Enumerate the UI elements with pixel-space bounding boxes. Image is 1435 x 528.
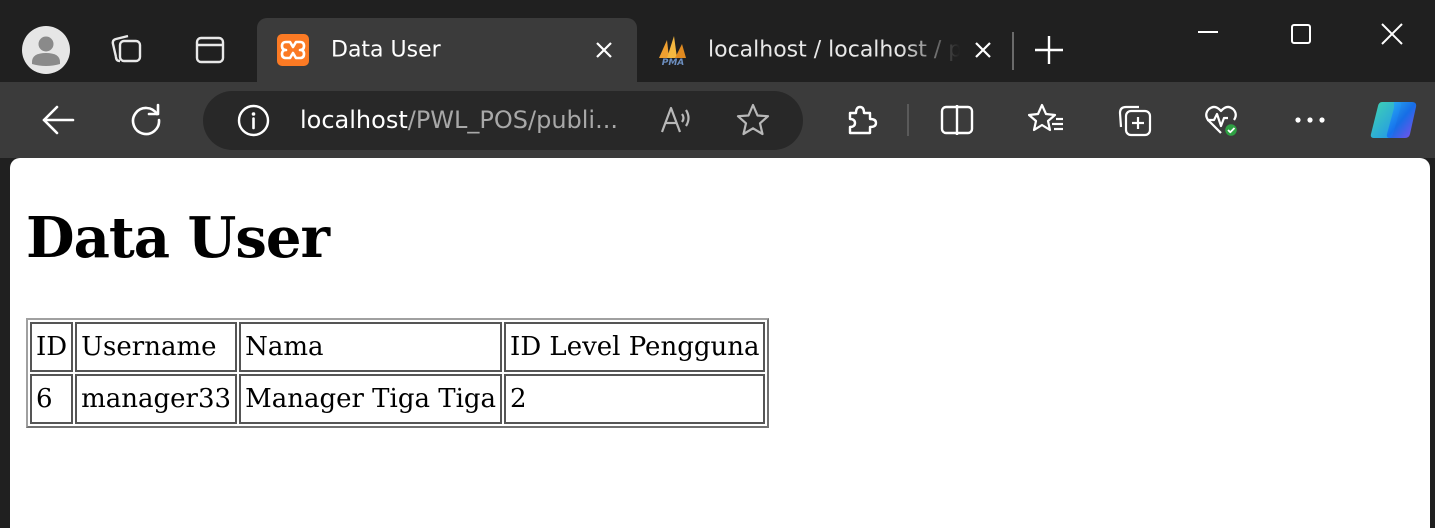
url-path: /PWL_POS/publi... bbox=[407, 106, 618, 134]
table-row: 6 manager33 Manager Tiga Tiga 2 bbox=[30, 374, 766, 424]
read-aloud-icon[interactable] bbox=[660, 104, 694, 136]
new-tab-icon[interactable] bbox=[1033, 34, 1065, 66]
favorites-icon[interactable] bbox=[1028, 102, 1064, 136]
xampp-icon bbox=[277, 34, 309, 66]
cell-level: 2 bbox=[504, 374, 766, 424]
column-header-nama: Nama bbox=[239, 322, 503, 372]
favorite-star-icon[interactable] bbox=[736, 103, 770, 137]
url-host: localhost bbox=[300, 106, 408, 134]
maximize-icon[interactable] bbox=[1290, 23, 1312, 45]
tab-title: Data User bbox=[331, 37, 441, 63]
page-title: Data User bbox=[26, 205, 330, 271]
column-header-level: ID Level Pengguna bbox=[504, 322, 766, 372]
svg-text:PMA: PMA bbox=[662, 58, 685, 66]
phpmyadmin-icon: PMA bbox=[659, 36, 686, 66]
collections-icon[interactable] bbox=[1117, 103, 1153, 137]
close-tab-icon[interactable] bbox=[973, 40, 993, 60]
tab-separator bbox=[1012, 32, 1014, 70]
split-screen-icon[interactable] bbox=[940, 104, 974, 136]
cell-id: 6 bbox=[30, 374, 74, 424]
browser-essentials-icon[interactable] bbox=[1204, 103, 1242, 139]
back-icon[interactable] bbox=[40, 102, 76, 138]
tab-title-fade bbox=[900, 30, 960, 70]
minimize-icon[interactable] bbox=[1196, 22, 1220, 42]
extensions-icon[interactable] bbox=[844, 102, 878, 136]
url-text[interactable]: localhost/PWL_POS/publi... bbox=[300, 106, 618, 134]
column-header-username: Username bbox=[75, 322, 238, 372]
close-tab-icon[interactable] bbox=[594, 40, 614, 60]
close-window-icon[interactable] bbox=[1380, 22, 1404, 46]
refresh-icon[interactable] bbox=[128, 102, 164, 138]
copilot-icon[interactable] bbox=[1368, 98, 1420, 142]
workspaces-icon[interactable] bbox=[108, 32, 144, 68]
profile-avatar-icon[interactable] bbox=[22, 26, 70, 74]
more-options-icon[interactable] bbox=[1294, 116, 1326, 124]
cell-username: manager33 bbox=[75, 374, 238, 424]
title-bar: Data User PMA localhost / localhost / p bbox=[0, 0, 1435, 82]
site-info-icon[interactable] bbox=[237, 104, 270, 137]
cell-nama: Manager Tiga Tiga bbox=[239, 374, 503, 424]
column-header-id: ID bbox=[30, 322, 74, 372]
tab-actions-icon[interactable] bbox=[194, 34, 226, 66]
page-viewport: Data User ID Username Nama ID Level Peng… bbox=[10, 158, 1430, 528]
user-table: ID Username Nama ID Level Pengguna 6 man… bbox=[26, 318, 770, 428]
toolbar-separator bbox=[907, 104, 909, 136]
table-header-row: ID Username Nama ID Level Pengguna bbox=[30, 322, 766, 372]
